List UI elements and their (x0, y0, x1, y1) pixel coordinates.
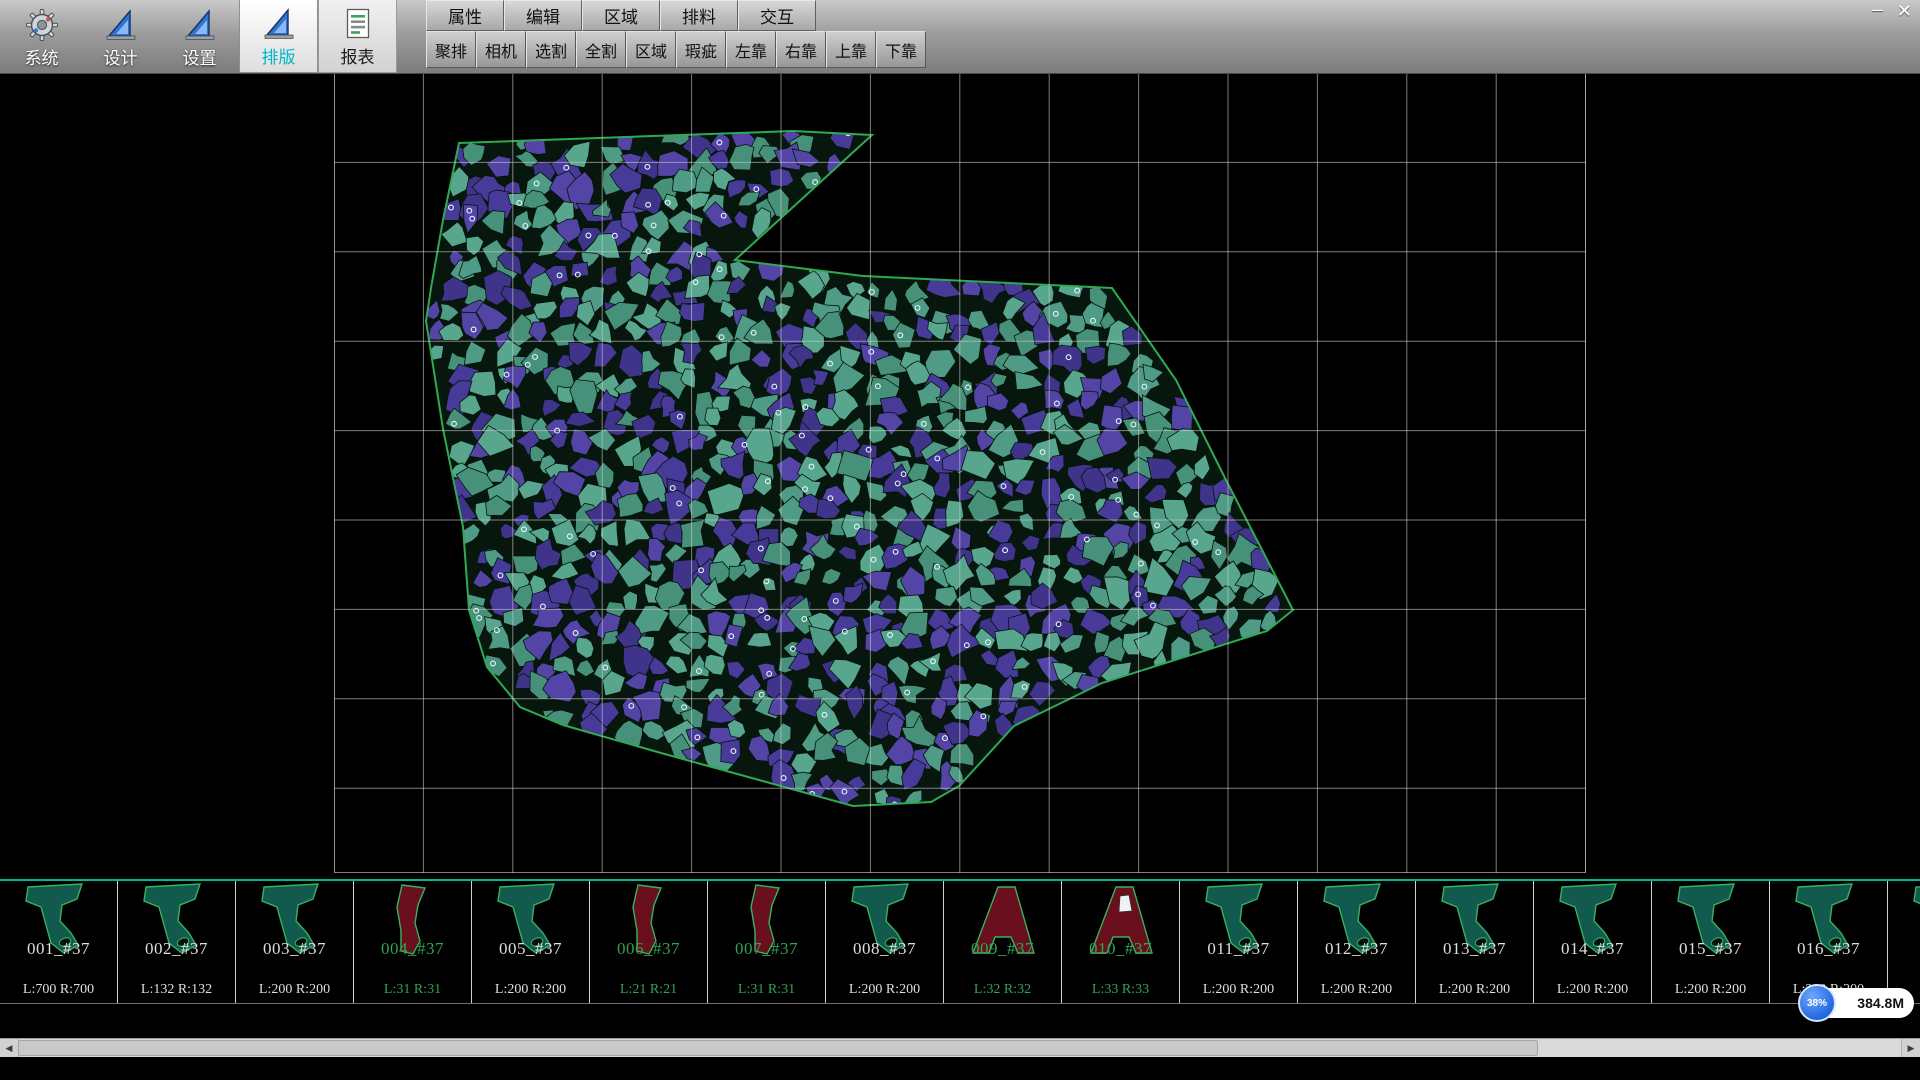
scroll-right-arrow-icon[interactable]: ▶ (1901, 1039, 1920, 1057)
design-icon (103, 7, 139, 43)
window-controls: ─ ✕ (1872, 2, 1912, 20)
tool-button[interactable]: 右靠 (776, 31, 826, 68)
close-button[interactable]: ✕ (1897, 2, 1912, 20)
part-item[interactable]: 015_#37 L:200 R:200 (1652, 881, 1770, 1003)
part-item[interactable]: 007_#37 L:31 R:31 (708, 881, 826, 1003)
menu-tab[interactable]: 属性 (426, 0, 504, 31)
launcher-button-label: 设置 (183, 44, 217, 69)
part-item[interactable]: 006_#37 L:21 R:21 (590, 881, 708, 1003)
part-sizes: L:200 R:200 (1534, 982, 1651, 998)
tool-button[interactable]: 下靠 (876, 31, 926, 68)
launcher-button[interactable]: 设置 (160, 0, 239, 73)
part-name: 011_#37 (1180, 939, 1297, 959)
part-name: 006_#37 (590, 939, 707, 959)
launcher-button[interactable]: 系统 (2, 0, 81, 73)
launcher-button[interactable]: 设计 (81, 0, 160, 73)
part-sizes: L:21 R:21 (590, 982, 707, 998)
menu-tab-bar: 属性编辑区域排料交互 (426, 0, 816, 31)
tool-button[interactable]: 上靠 (826, 31, 876, 68)
minimize-button[interactable]: ─ (1872, 2, 1883, 20)
part-name: 004_#37 (354, 939, 471, 959)
scroll-thumb[interactable] (18, 1040, 1538, 1056)
tool-button[interactable]: 全割 (576, 31, 626, 68)
part-sizes: L:200 R:200 (1180, 982, 1297, 998)
part-sizes: L:200 R:200 (1298, 982, 1415, 998)
part-sizes: L:33 R:33 (1062, 982, 1179, 998)
tool-button[interactable]: 区域 (626, 31, 676, 68)
tool-button[interactable]: 选割 (526, 31, 576, 68)
menu-tab[interactable]: 交互 (738, 0, 816, 31)
part-sizes: L:700 R:700 (0, 982, 117, 998)
toolbar: 系统 设计 设置 排版 报表 属性编辑区域排料交互 聚排相机选割全割区域瑕疵左靠… (0, 0, 1920, 74)
part-name: 003_#37 (236, 939, 353, 959)
part-sizes: L:200 R:200 (236, 982, 353, 998)
tool-button[interactable]: 聚排 (426, 31, 476, 68)
part-name: 010_#37 (1062, 939, 1179, 959)
part-item[interactable]: 008_#37 L:200 R:200 (826, 881, 944, 1003)
horizontal-scrollbar[interactable]: ◀ ▶ (0, 1038, 1920, 1057)
design-icon (182, 7, 218, 43)
part-name: 015_#37 (1652, 939, 1769, 959)
launcher-button-label: 设计 (104, 44, 138, 69)
part-item[interactable]: 010_#37 L:33 R:33 (1062, 881, 1180, 1003)
part-thumbnail (1895, 881, 1920, 959)
part-sizes: L:200 R:200 (1652, 982, 1769, 998)
parts-strip: 001_#37L:700 R:700002_#37L:132 R:132003_… (0, 879, 1920, 1004)
part-item[interactable]: 005_#37 L:200 R:200 (472, 881, 590, 1003)
part-item[interactable]: 011_#37 L:200 R:200 (1180, 881, 1298, 1003)
part-name: 002_#37 (118, 939, 235, 959)
report-icon (340, 6, 376, 42)
launcher-button[interactable]: 排版 (239, 0, 318, 73)
launcher-bar: 系统 设计 设置 排版 报表 (2, 0, 397, 73)
menu-tab[interactable]: 排料 (660, 0, 738, 31)
part-item[interactable]: 014_#37 L:200 R:200 (1534, 881, 1652, 1003)
tool-button[interactable]: 相机 (476, 31, 526, 68)
part-sizes: L:31 R:31 (708, 982, 825, 998)
part-name: 005_#37 (472, 939, 589, 959)
part-sizes: L:200 R:200 (826, 982, 943, 998)
nesting-workspace[interactable] (0, 73, 1920, 879)
part-item[interactable]: 004_#37 L:31 R:31 (354, 881, 472, 1003)
gear-icon (24, 7, 60, 43)
part-name: 016_#37 (1770, 939, 1887, 959)
progress-circle[interactable]: 38% (1798, 984, 1836, 1022)
tool-button[interactable]: 左靠 (726, 31, 776, 68)
part-item[interactable]: 002_#37 L:132 R:132 (118, 881, 236, 1003)
part-sizes: L:132 R:132 (118, 982, 235, 998)
nesting-canvas[interactable] (334, 73, 1586, 873)
part-name: 008_#37 (826, 939, 943, 959)
part-sizes: L:200 R:200 (1416, 982, 1533, 998)
part-name: 007_#37 (708, 939, 825, 959)
memory-widget: 384.8M 38% (1798, 984, 1914, 1022)
launcher-button-label: 报表 (341, 43, 375, 68)
part-name: 001_#37 (0, 939, 117, 959)
scroll-left-arrow-icon[interactable]: ◀ (0, 1039, 19, 1057)
part-name: 012_#37 (1298, 939, 1415, 959)
part-item[interactable]: 001_#37 L:700 R:700 (0, 881, 118, 1003)
part-sizes: L:31 R:31 (354, 982, 471, 998)
part-item[interactable]: 003_#37 L:200 R:200 (236, 881, 354, 1003)
launcher-button-label: 系统 (25, 44, 59, 69)
tool-button-bar: 聚排相机选割全割区域瑕疵左靠右靠上靠下靠 (426, 31, 926, 68)
menu-tab[interactable]: 区域 (582, 0, 660, 31)
part-name: 009_#37 (944, 939, 1061, 959)
part-name: 014_#37 (1534, 939, 1651, 959)
tool-button[interactable]: 瑕疵 (676, 31, 726, 68)
part-item[interactable]: 009_#37 L:32 R:32 (944, 881, 1062, 1003)
part-item[interactable]: 012_#37 L:200 R:200 (1298, 881, 1416, 1003)
launcher-button-label: 排版 (262, 43, 296, 68)
part-item[interactable]: 013_#37 L:200 R:200 (1416, 881, 1534, 1003)
design-icon (261, 6, 297, 42)
part-sizes: L:32 R:32 (944, 982, 1061, 998)
menu-tab[interactable]: 编辑 (504, 0, 582, 31)
launcher-button[interactable]: 报表 (318, 0, 397, 73)
part-sizes: L:200 R:200 (472, 982, 589, 998)
part-name: 013_#37 (1416, 939, 1533, 959)
